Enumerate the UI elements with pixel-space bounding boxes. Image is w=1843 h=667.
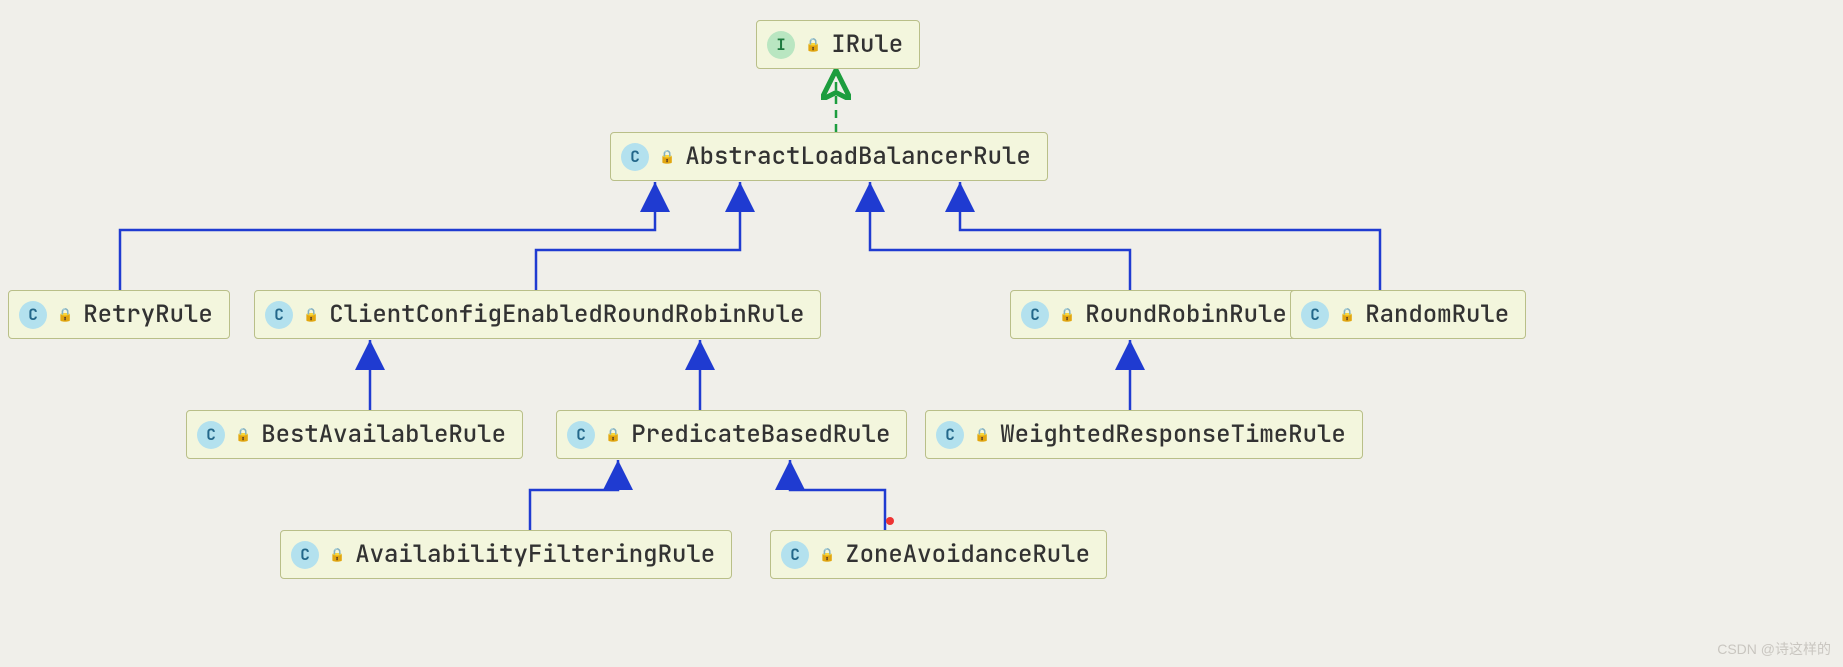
node-label: RandomRule (1365, 299, 1509, 330)
lock-icon: 🔒 (659, 148, 675, 165)
class-icon: C (197, 421, 225, 449)
class-icon: C (19, 301, 47, 329)
node-retry-rule[interactable]: C 🔒 RetryRule (8, 290, 230, 339)
node-label: ZoneAvoidanceRule (845, 539, 1090, 570)
node-label: RoundRobinRule (1085, 299, 1287, 330)
edge-availfilter-predicate (530, 460, 618, 530)
node-round-robin-rule[interactable]: C 🔒 RoundRobinRule (1010, 290, 1304, 339)
class-icon: C (936, 421, 964, 449)
node-weighted-response-time-rule[interactable]: C 🔒 WeightedResponseTimeRule (925, 410, 1363, 459)
node-label: BestAvailableRule (261, 419, 506, 450)
lock-icon: 🔒 (805, 36, 821, 53)
node-best-available-rule[interactable]: C 🔒 BestAvailableRule (186, 410, 523, 459)
node-random-rule[interactable]: C 🔒 RandomRule (1290, 290, 1526, 339)
lock-icon: 🔒 (819, 546, 835, 563)
cursor-dot (886, 517, 894, 525)
edge-retry-abstractlb (120, 182, 655, 290)
node-availability-filtering-rule[interactable]: C 🔒 AvailabilityFilteringRule (280, 530, 732, 579)
edge-roundrobin-abstractlb (870, 182, 1130, 290)
class-icon: C (291, 541, 319, 569)
node-label: WeightedResponseTimeRule (1000, 419, 1346, 450)
edge-clientcfg-abstractlb (536, 182, 740, 290)
class-icon: C (1301, 301, 1329, 329)
abstract-class-icon: C (567, 421, 595, 449)
class-icon: C (265, 301, 293, 329)
interface-icon: I (767, 31, 795, 59)
lock-icon: 🔒 (1339, 306, 1355, 323)
lock-icon: 🔒 (974, 426, 990, 443)
edge-zoneavoid-predicate (790, 460, 885, 530)
lock-icon: 🔒 (329, 546, 345, 563)
lock-icon: 🔒 (235, 426, 251, 443)
node-predicate-based-rule[interactable]: C 🔒 PredicateBasedRule (556, 410, 907, 459)
node-label: ClientConfigEnabledRoundRobinRule (329, 299, 804, 330)
node-label: AvailabilityFilteringRule (355, 539, 715, 570)
node-label: AbstractLoadBalancerRule (685, 141, 1031, 172)
class-icon: C (781, 541, 809, 569)
watermark-text: CSDN @诗这样的 (1717, 639, 1831, 659)
abstract-class-icon: C (621, 143, 649, 171)
node-label: RetryRule (83, 299, 213, 330)
node-zone-avoidance-rule[interactable]: C 🔒 ZoneAvoidanceRule (770, 530, 1107, 579)
edge-random-abstractlb (960, 182, 1380, 290)
lock-icon: 🔒 (1059, 306, 1075, 323)
node-abstract-loadbalancer-rule[interactable]: C 🔒 AbstractLoadBalancerRule (610, 132, 1048, 181)
class-icon: C (1021, 301, 1049, 329)
node-label: IRule (831, 29, 903, 60)
lock-icon: 🔒 (303, 306, 319, 323)
lock-icon: 🔒 (605, 426, 621, 443)
node-irule[interactable]: I 🔒 IRule (756, 20, 920, 69)
node-client-config-enabled-round-robin-rule[interactable]: C 🔒 ClientConfigEnabledRoundRobinRule (254, 290, 821, 339)
lock-icon: 🔒 (57, 306, 73, 323)
node-label: PredicateBasedRule (631, 419, 890, 450)
